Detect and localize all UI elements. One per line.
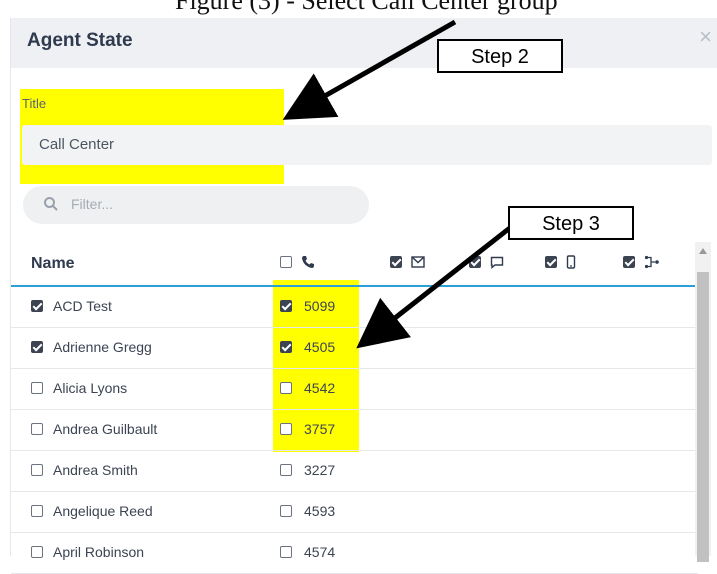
- email-icon: [411, 256, 425, 268]
- title-field-value: Call Center: [39, 136, 115, 153]
- scrollbar-thumb[interactable]: [697, 272, 709, 562]
- extension-checkbox[interactable]: [280, 382, 292, 394]
- agent-extension: 3757: [304, 421, 336, 437]
- extension-checkbox[interactable]: [280, 300, 292, 312]
- agent-checkbox[interactable]: [31, 341, 43, 353]
- dialog-header: Agent State ×: [11, 18, 717, 68]
- workflow-column-checkbox[interactable]: [623, 256, 635, 268]
- extension-checkbox[interactable]: [280, 341, 292, 353]
- agent-checkbox[interactable]: [31, 464, 43, 476]
- agent-name: ACD Test: [53, 298, 112, 314]
- agent-checkbox[interactable]: [31, 423, 43, 435]
- extension-checkbox[interactable]: [280, 546, 292, 558]
- agent-extension: 3227: [304, 462, 336, 478]
- agent-checkbox[interactable]: [31, 505, 43, 517]
- step2-callout: Step 2: [437, 39, 563, 73]
- chat-icon: [490, 256, 504, 269]
- extension-checkbox[interactable]: [280, 464, 292, 476]
- document-text-fragment: Figure (3) - Select Call Center group: [0, 0, 717, 18]
- filter-box: [23, 186, 369, 224]
- table-row[interactable]: Alicia Lyons 4542: [11, 369, 698, 410]
- agent-name: Angelique Reed: [53, 503, 153, 519]
- table-row[interactable]: Andrea Guilbault 3757: [11, 410, 698, 451]
- agent-table: Name ACD Test 5099 Adrienne Gregg 4505 A…: [11, 242, 698, 574]
- phone-icon: [302, 256, 314, 268]
- extension-checkbox[interactable]: [280, 505, 292, 517]
- filter-input[interactable]: [69, 195, 333, 213]
- agent-name: Alicia Lyons: [53, 380, 128, 396]
- agent-checkbox[interactable]: [31, 300, 43, 312]
- agent-extension: 4542: [304, 380, 336, 396]
- table-row[interactable]: April Robinson 4574: [11, 533, 698, 574]
- table-row[interactable]: Andrea Smith 3227: [11, 451, 698, 492]
- step3-callout: Step 3: [508, 206, 634, 240]
- extension-checkbox[interactable]: [280, 423, 292, 435]
- agent-name: Adrienne Gregg: [53, 339, 152, 355]
- table-row[interactable]: ACD Test 5099: [11, 287, 698, 328]
- workflow-icon: [644, 255, 659, 269]
- table-header: Name: [11, 242, 698, 287]
- email-column-checkbox[interactable]: [390, 256, 402, 268]
- mobile-column-checkbox[interactable]: [545, 256, 557, 268]
- mobile-icon: [566, 255, 576, 269]
- agent-name: Andrea Guilbault: [53, 421, 158, 437]
- agent-checkbox[interactable]: [31, 546, 43, 558]
- table-row[interactable]: Adrienne Gregg 4505: [11, 328, 698, 369]
- dialog-title: Agent State: [27, 30, 133, 51]
- chat-column-checkbox[interactable]: [469, 256, 481, 268]
- title-field[interactable]: Call Center: [22, 125, 712, 165]
- table-row[interactable]: Angelique Reed 4593: [11, 492, 698, 533]
- search-icon: [44, 197, 58, 211]
- scroll-up-icon[interactable]: [699, 248, 707, 254]
- agent-checkbox[interactable]: [31, 382, 43, 394]
- phone-column-checkbox[interactable]: [280, 256, 292, 268]
- agent-extension: 4505: [304, 339, 336, 355]
- agent-name: April Robinson: [53, 544, 145, 560]
- agent-name: Andrea Smith: [53, 462, 138, 478]
- name-column-header: Name: [31, 255, 75, 272]
- agent-extension: 5099: [304, 298, 336, 314]
- title-field-label: Title: [22, 96, 47, 111]
- agent-extension: 4593: [304, 503, 336, 519]
- step3-label: Step 3: [542, 213, 600, 235]
- close-icon[interactable]: ×: [699, 24, 712, 50]
- step2-label: Step 2: [471, 46, 529, 68]
- agent-state-dialog: Agent State × Title Call Center Name: [10, 18, 717, 574]
- table-scrollbar[interactable]: [695, 242, 711, 562]
- agent-extension: 4574: [304, 544, 336, 560]
